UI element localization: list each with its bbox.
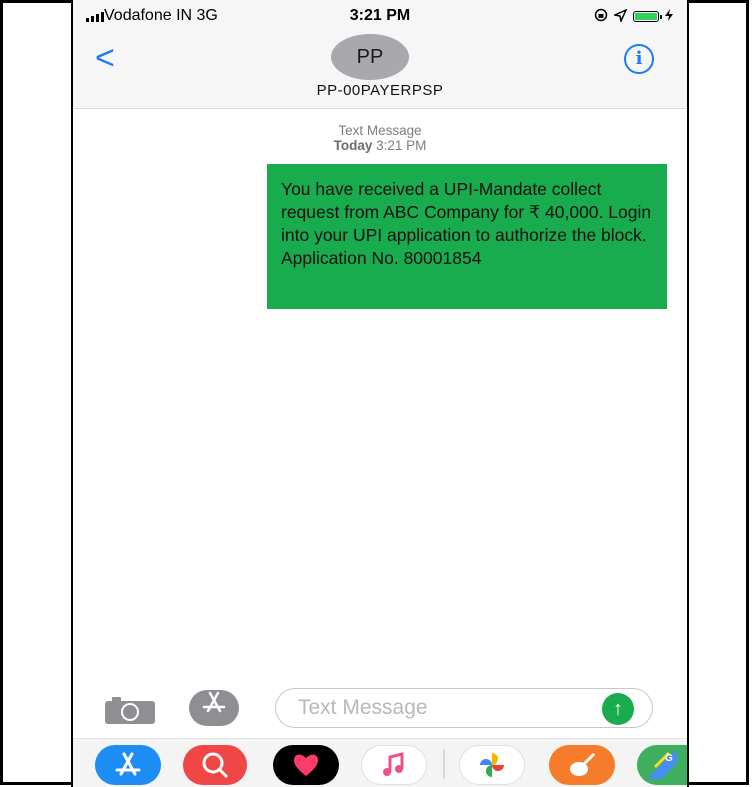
photos-icon[interactable] (459, 745, 525, 785)
garageband-icon[interactable] (549, 745, 615, 785)
message-timestamp: Today 3:21 PM (73, 138, 687, 153)
status-bar: Vodafone IN 3G 3:21 PM (73, 0, 687, 34)
message-type-label: Text Message (338, 123, 422, 138)
phone-screen: Vodafone IN 3G 3:21 PM < PP PP-00PAYERPS… (73, 0, 687, 787)
app-drawer: G (73, 738, 687, 787)
svg-text:G: G (665, 753, 673, 764)
conversation-header: < PP PP-00PAYERPSP i (73, 34, 687, 109)
message-bubble[interactable]: You have received a UPI-Mandate collect … (267, 164, 667, 309)
message-input[interactable]: Text Message (275, 688, 653, 728)
search-images-icon[interactable] (183, 745, 247, 785)
battery-icon (633, 11, 662, 22)
status-right-icons (594, 7, 673, 25)
message-meta: Text Message Today 3:21 PM (73, 123, 687, 153)
camera-icon[interactable] (103, 696, 157, 724)
drawer-separator (443, 749, 445, 779)
back-icon[interactable]: < (95, 40, 115, 76)
music-icon[interactable] (361, 745, 427, 785)
app-store-button[interactable] (189, 690, 239, 726)
timestamp-day: Today (333, 138, 373, 153)
digital-touch-icon[interactable] (273, 745, 339, 785)
send-button[interactable]: ↑ (602, 693, 634, 725)
info-icon[interactable]: i (624, 44, 654, 74)
app-store-icon (200, 691, 228, 720)
contact-name[interactable]: PP-00PAYERPSP (73, 82, 687, 99)
orientation-lock-icon (594, 8, 608, 25)
right-divider (687, 0, 689, 787)
app-store-icon[interactable] (95, 745, 161, 785)
location-icon (612, 7, 628, 25)
timestamp-time: 3:21 PM (376, 138, 427, 153)
maps-icon[interactable]: G (637, 745, 687, 785)
contact-avatar[interactable]: PP (331, 34, 409, 80)
charging-icon (665, 9, 673, 24)
